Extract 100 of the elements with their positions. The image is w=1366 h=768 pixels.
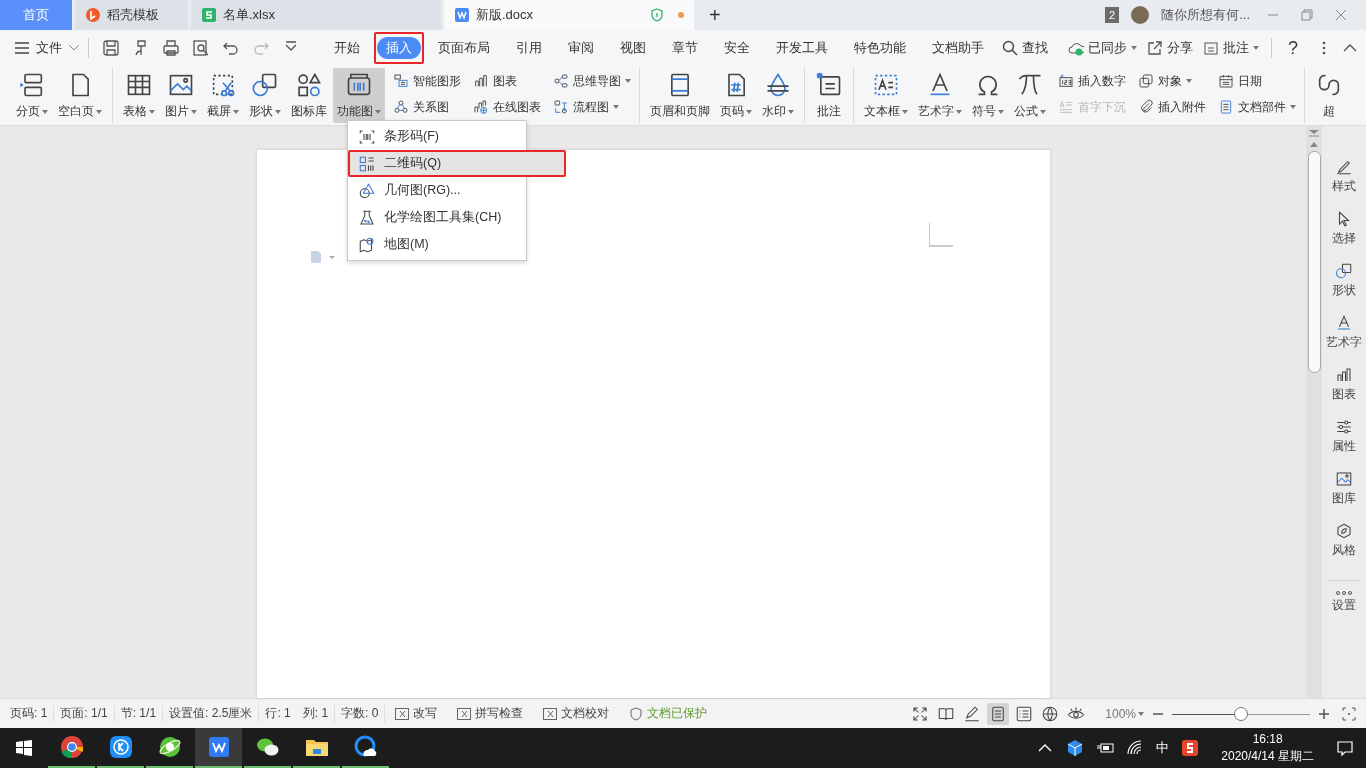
clock-date[interactable]: 2020/4/14 星期二 <box>1221 748 1314 765</box>
ribbon-button[interactable]: 分页 <box>12 68 52 123</box>
printer-icon[interactable] <box>162 39 180 57</box>
more-icon <box>1336 591 1352 595</box>
sidebar-button[interactable]: 图表 <box>1332 366 1356 418</box>
ribbon-tab[interactable]: 特色功能 <box>845 37 915 59</box>
document-tab[interactable]: 新版.docx <box>444 0 694 30</box>
search-button[interactable]: 查找 <box>998 37 1052 59</box>
slider-thumb[interactable] <box>1234 706 1248 721</box>
status-text: 行: 1 <box>264 705 292 722</box>
ribbon-button[interactable]: 水印 <box>758 68 798 123</box>
ribbon-button[interactable]: 功能图 <box>333 68 385 123</box>
status-toggle[interactable]: 改写 <box>385 705 448 722</box>
menu-item[interactable]: 条形码(F) <box>348 123 526 150</box>
notification-icon[interactable] <box>1336 739 1354 757</box>
help-button[interactable]: ? <box>1280 37 1306 59</box>
menu-item[interactable]: 地图(M) <box>348 231 526 258</box>
sliders-icon <box>1335 418 1353 436</box>
shapes-icon <box>1335 262 1353 280</box>
sidebar-button[interactable]: 选择 <box>1332 210 1356 262</box>
caret-icon <box>191 109 197 114</box>
status-toggle[interactable]: 拼写检查 <box>447 705 534 722</box>
menu-item[interactable]: 化学绘图工具集(CH) <box>348 204 526 231</box>
taskbar-app[interactable] <box>195 728 242 768</box>
ribbon-button[interactable]: 对象 <box>1136 68 1208 94</box>
scrollbar-thumb[interactable] <box>1307 151 1321 373</box>
sidebar-button[interactable]: 属性 <box>1332 418 1356 470</box>
letter-a-icon <box>1335 314 1353 332</box>
ribbon-tab[interactable]: 安全 <box>715 37 759 59</box>
status-toggle[interactable]: 文档校对 <box>533 705 620 722</box>
view-mode-button[interactable] <box>987 702 1010 725</box>
ribbon-button[interactable]: 文档部件 <box>1216 94 1298 120</box>
ribbon-button[interactable]: 在线图表 <box>471 94 543 120</box>
ribbon-button[interactable]: 关系图 <box>391 94 463 120</box>
document-app-icon <box>454 7 470 23</box>
file-menu[interactable]: 文件 <box>32 37 66 59</box>
ribbon-button[interactable]: 艺术字 <box>914 68 966 123</box>
bar-chart-globe-icon <box>473 99 489 115</box>
ribbon-button[interactable]: 公式 <box>1010 68 1050 123</box>
ribbon-button[interactable]: 形状 <box>245 68 285 123</box>
clock-time[interactable]: 16:18 <box>1252 731 1283 748</box>
menu-item[interactable]: 几何图(RG)... <box>348 177 526 204</box>
zoom-percent[interactable]: 100% <box>1105 706 1144 721</box>
sidebar-button[interactable]: 风格 <box>1332 522 1356 574</box>
ribbon-button[interactable]: 图表 <box>471 68 543 94</box>
user-avatar[interactable] <box>1131 6 1150 24</box>
margin-corner-mark <box>929 223 953 247</box>
sidebar-button[interactable]: 样式 <box>1332 158 1356 210</box>
vertical-scrollbar[interactable] <box>1306 126 1322 698</box>
ribbon-tab[interactable]: 章节 <box>663 37 707 59</box>
ribbon-button[interactable]: 符号 <box>968 68 1008 123</box>
rounded-square-app-icon <box>108 735 133 759</box>
ribbon-button[interactable]: 超 <box>1311 68 1347 123</box>
magnifier-page-icon[interactable] <box>192 39 210 57</box>
ribbon-button[interactable]: 图标库 <box>287 68 331 123</box>
ribbon-button[interactable]: 图片 <box>161 68 201 123</box>
smart-graphic-icon <box>393 73 409 89</box>
ribbon-button[interactable]: 页眉和页脚 <box>646 68 714 123</box>
cube-icon[interactable] <box>1066 739 1085 757</box>
ribbon-button[interactable]: 页码 <box>716 68 756 123</box>
chevron-down-icon <box>68 44 80 52</box>
calendar-icon <box>1218 73 1234 89</box>
window-count-badge[interactable]: 2 <box>1105 7 1120 23</box>
ime-app-icon[interactable] <box>1181 739 1200 757</box>
comment-button[interactable]: 批注 <box>1199 37 1263 59</box>
barcode-icon <box>358 127 376 146</box>
ribbon-tab[interactable]: 页面布局 <box>429 37 499 59</box>
ribbon-tab[interactable]: 文档助手 <box>923 37 993 59</box>
ribbon-button[interactable]: 智能图形 <box>391 68 463 94</box>
share-button[interactable]: 分享 <box>1143 37 1197 59</box>
sidebar-button[interactable]: 艺术字 <box>1326 314 1362 366</box>
paragraph-handle-icon[interactable] <box>309 250 337 264</box>
sidebar-button[interactable]: 形状 <box>1332 262 1356 314</box>
ribbon-tab[interactable]: 视图 <box>611 37 655 59</box>
fit-window-icon[interactable] <box>1342 706 1356 721</box>
sidebar-button[interactable]: 图库 <box>1332 470 1356 522</box>
ribbon-tab[interactable]: 引用 <box>507 37 551 59</box>
user-name[interactable]: 随你所想有何... <box>1161 6 1250 24</box>
input-method-indicator[interactable]: 中 <box>1156 739 1170 757</box>
ribbon-button[interactable]: 截屏 <box>203 68 243 123</box>
document-tab[interactable]: 名单.xlsx <box>191 0 441 30</box>
ribbon-button[interactable]: 插入数字 <box>1056 68 1128 94</box>
ruler-toggle-icon <box>1309 130 1319 138</box>
ribbon-button[interactable]: 思维导图 <box>551 68 633 94</box>
ribbon-button[interactable]: 流程图 <box>551 94 633 120</box>
ribbon-tab[interactable]: 开发工具 <box>767 37 837 59</box>
ribbon-tab[interactable]: 开始 <box>325 37 369 59</box>
ribbon-button[interactable]: 插入附件 <box>1136 94 1208 120</box>
ribbon-button[interactable]: 表格 <box>119 68 159 123</box>
ribbon-button[interactable]: 日期 <box>1216 68 1298 94</box>
zoom-in-icon[interactable] <box>1318 707 1330 720</box>
sync-status-button[interactable]: 已同步 <box>1064 37 1141 59</box>
ribbon-tab[interactable]: 审阅 <box>559 37 603 59</box>
sidebar-button[interactable]: 设置 <box>1332 591 1356 643</box>
new-tab-button[interactable]: + <box>697 0 733 30</box>
ribbon-button[interactable]: 空白页 <box>54 68 106 123</box>
ribbon-button[interactable]: 文本框 <box>860 68 912 123</box>
ribbon-button[interactable]: 批注 <box>811 68 847 123</box>
menu-item[interactable]: 二维码(Q) <box>348 150 566 177</box>
document-tab[interactable]: 稻壳模板 <box>75 0 188 30</box>
